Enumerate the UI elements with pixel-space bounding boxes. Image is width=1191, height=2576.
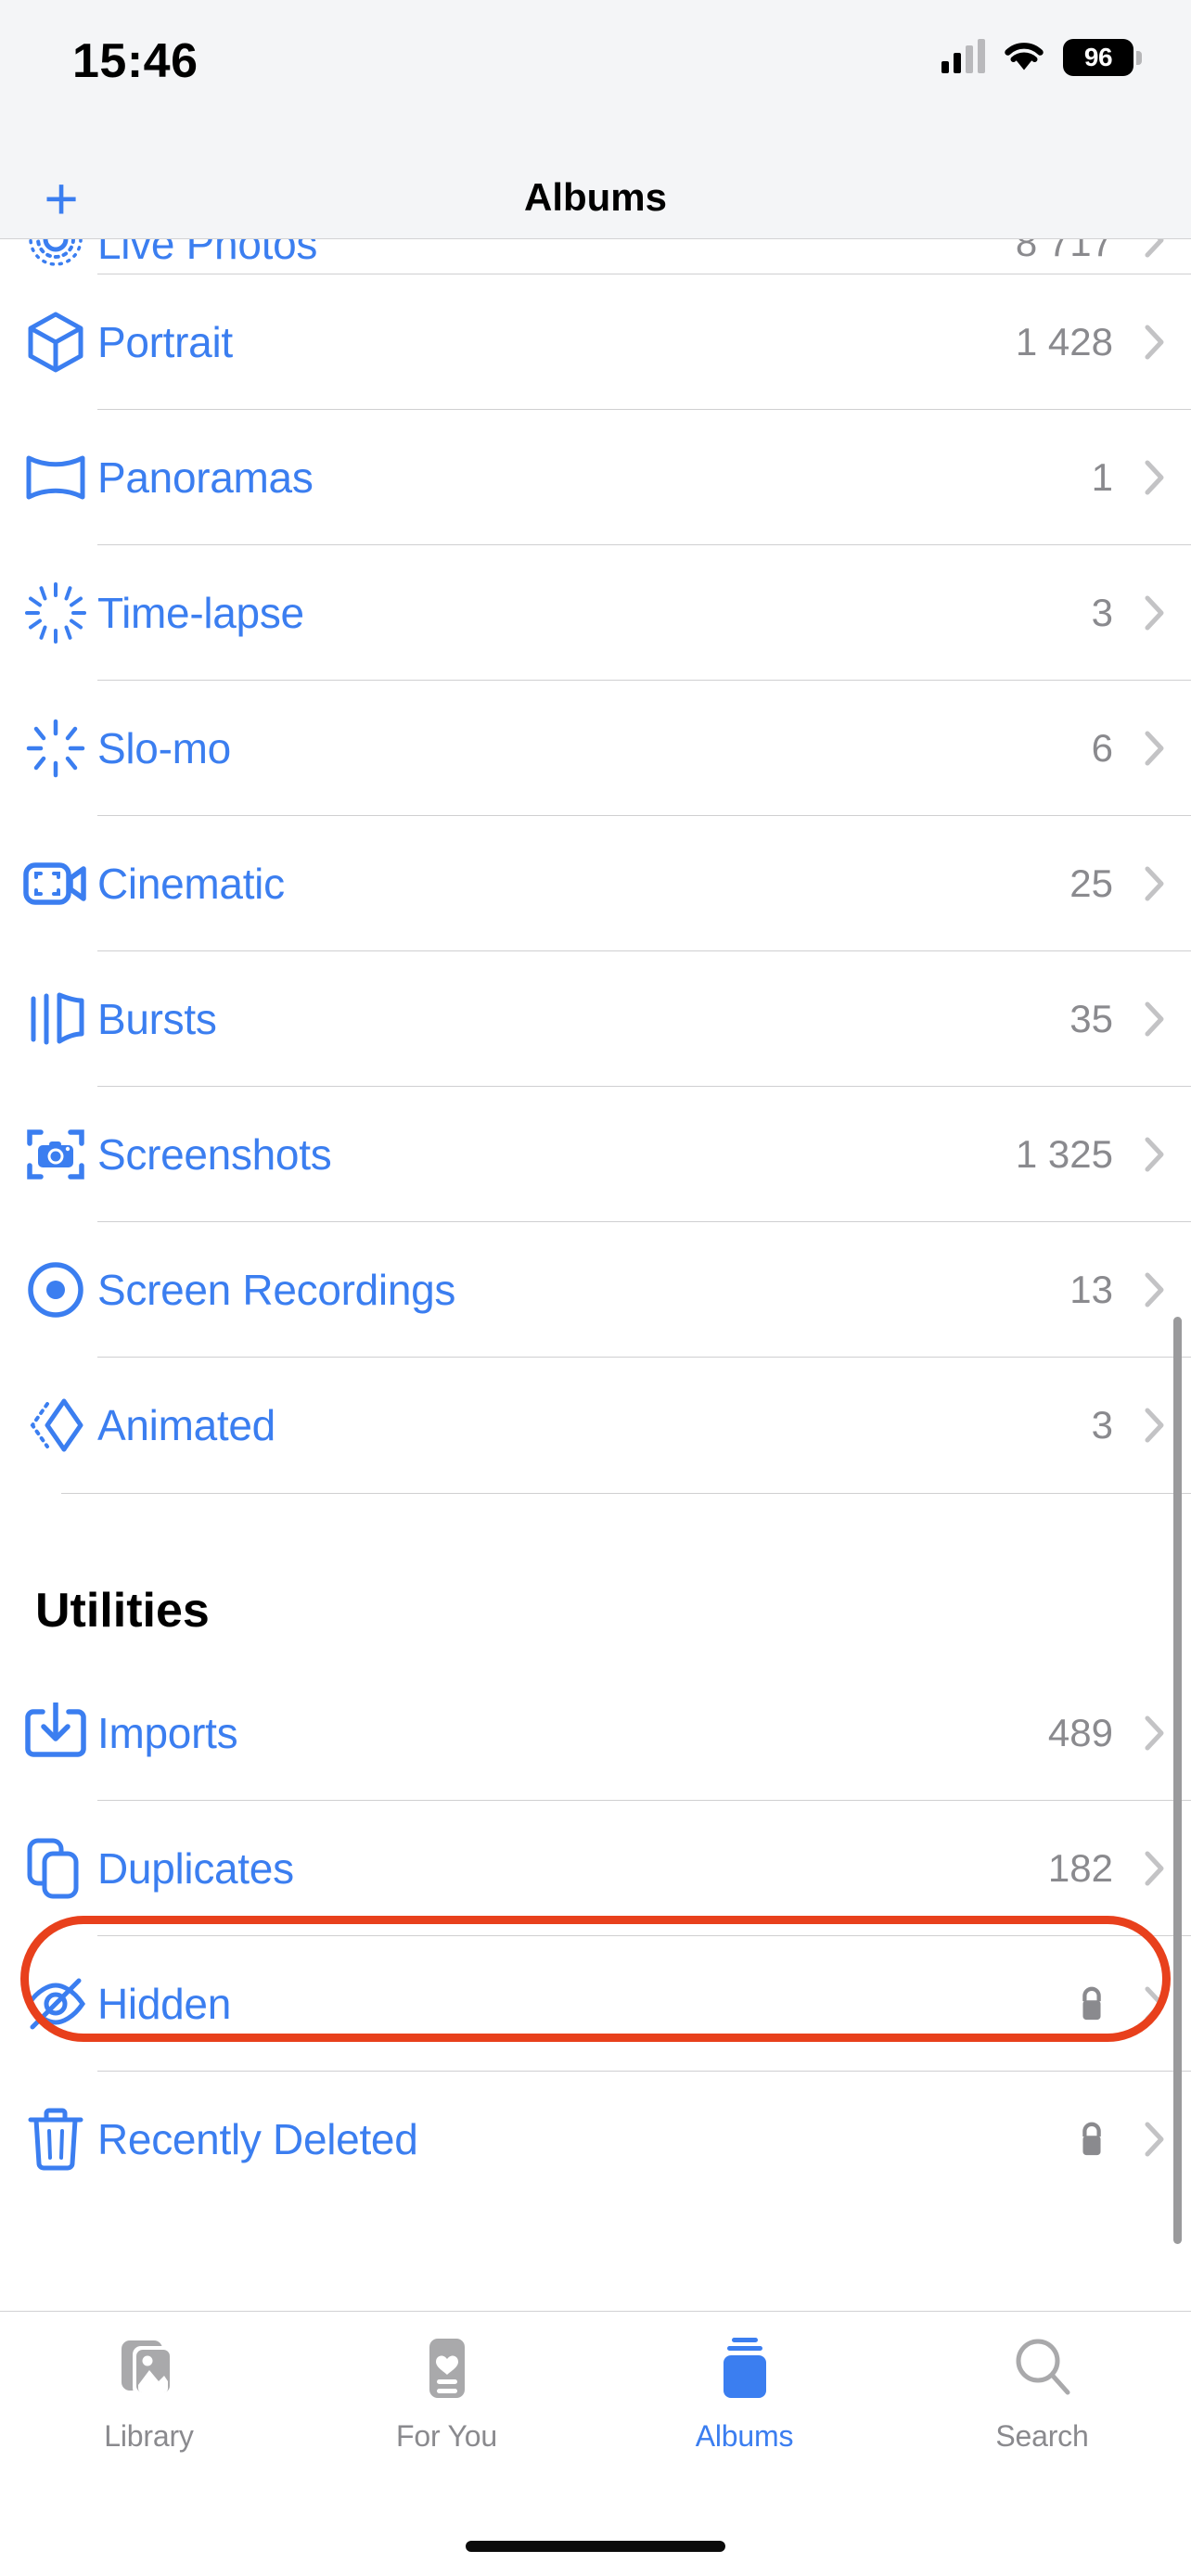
lock-icon [1082, 1986, 1101, 2021]
live-photos-icon [22, 239, 89, 273]
list-item-count: 8 717 [1015, 239, 1113, 264]
tab-library[interactable]: Library [0, 2312, 298, 2488]
status-indicators: 96 [941, 33, 1142, 82]
screenshots-icon [22, 1121, 89, 1188]
list-item-label: Time-lapse [97, 589, 304, 637]
hidden-eye-icon [22, 1970, 89, 2037]
chevron-right-icon [1145, 731, 1164, 766]
tab-for-you[interactable]: For You [298, 2312, 596, 2488]
list-item[interactable]: Live Photos 8 717 [0, 239, 1191, 274]
chevron-right-icon [1145, 2122, 1164, 2157]
list-item-label: Screen Recordings [97, 1266, 456, 1314]
list-item-count: 13 [1069, 1268, 1113, 1311]
library-icon [114, 2330, 185, 2406]
list-item[interactable]: Imports 489 [0, 1665, 1191, 1801]
list-item-label: Panoramas [97, 453, 314, 502]
chevron-right-icon [1145, 595, 1164, 631]
list-item-duplicates[interactable]: Duplicates 182 [0, 1801, 1191, 1936]
list-item-count: 3 [1091, 1403, 1113, 1447]
recently-deleted-trash-icon [22, 2106, 89, 2173]
wifi-icon [1000, 38, 1048, 78]
status-time: 15:46 [72, 34, 198, 88]
chevron-right-icon [1145, 1715, 1164, 1751]
albums-icon [713, 2330, 776, 2406]
list-item[interactable]: Recently Deleted [0, 2072, 1191, 2207]
imports-icon [22, 1700, 89, 1766]
chevron-right-icon [1145, 325, 1164, 360]
bursts-icon [22, 986, 89, 1052]
photos-albums-screen: 15:46 96 + Albums Live Photos 8 717 Port… [0, 0, 1191, 2576]
time-lapse-icon [22, 580, 89, 646]
list-item-label: Slo-mo [97, 724, 231, 772]
list-item-label: Cinematic [97, 860, 285, 908]
lock-icon [1082, 2122, 1101, 2156]
list-item-count: 6 [1091, 726, 1113, 770]
list-item-count: 1 325 [1015, 1132, 1113, 1176]
slo-mo-icon [22, 715, 89, 782]
list-item-label: Hidden [97, 1980, 231, 2028]
status-bar: 15:46 96 [0, 0, 1191, 156]
list-item-label: Bursts [97, 995, 217, 1043]
list-item[interactable]: Slo-mo 6 [0, 681, 1191, 816]
chevron-right-icon [1145, 1272, 1164, 1307]
home-indicator [466, 2541, 725, 2552]
list-item[interactable]: Panoramas 1 [0, 410, 1191, 545]
list-item[interactable]: Cinematic 25 [0, 816, 1191, 951]
list-item-count: 25 [1069, 861, 1113, 905]
chevron-right-icon [1145, 460, 1164, 495]
chevron-right-icon [1145, 1986, 1164, 2021]
albums-list[interactable]: Live Photos 8 717 Portrait 1 428 Panoram… [0, 239, 1191, 2218]
list-item-count: 182 [1047, 1846, 1113, 1890]
tab-bar: Library For You Albums Search [0, 2311, 1191, 2576]
tab-search[interactable]: Search [893, 2312, 1191, 2488]
battery-level: 96 [1083, 43, 1113, 71]
list-item-count: 3 [1091, 591, 1113, 634]
search-icon [1010, 2330, 1075, 2406]
list-item-label: Imports [97, 1709, 238, 1757]
battery-icon: 96 [1063, 39, 1142, 76]
list-item-label: Recently Deleted [97, 2115, 418, 2163]
section-header-utilities: Utilities [35, 1584, 210, 1638]
list-item-label: Duplicates [97, 1844, 294, 1893]
list-item-count: 489 [1047, 1711, 1113, 1754]
chevron-right-icon [1145, 1137, 1164, 1172]
list-item[interactable]: Bursts 35 [0, 951, 1191, 1087]
tab-albums[interactable]: Albums [596, 2312, 893, 2488]
chevron-right-icon [1145, 1408, 1164, 1443]
duplicates-icon [22, 1835, 89, 1902]
list-item[interactable]: Screenshots 1 325 [0, 1087, 1191, 1222]
cellular-signal-icon [941, 39, 985, 73]
cinematic-icon [22, 850, 89, 917]
page-title: Albums [523, 175, 667, 219]
for-you-icon [418, 2330, 476, 2406]
list-item[interactable]: Time-lapse 3 [0, 545, 1191, 681]
list-item-count: 35 [1069, 997, 1113, 1040]
tab-label: Library [104, 2419, 194, 2453]
list-item-label: Portrait [97, 318, 233, 366]
tab-label: Search [995, 2419, 1089, 2453]
screen-recordings-icon [22, 1256, 89, 1323]
animated-icon [22, 1392, 89, 1459]
list-item[interactable]: Hidden [0, 1936, 1191, 2072]
list-item-count: 1 [1091, 455, 1113, 499]
portrait-cube-icon [22, 309, 89, 376]
tab-label: For You [396, 2419, 497, 2453]
vertical-scrollbar[interactable] [1173, 1317, 1182, 2244]
list-item[interactable]: Animated 3 [0, 1358, 1191, 1493]
chevron-right-icon [1145, 1001, 1164, 1037]
list-item-count: 1 428 [1015, 320, 1113, 363]
section-divider [0, 1493, 1191, 1556]
chevron-right-icon [1145, 1851, 1164, 1886]
chevron-right-icon [1145, 239, 1164, 258]
list-item-label: Screenshots [97, 1130, 332, 1179]
list-item[interactable]: Screen Recordings 13 [0, 1222, 1191, 1358]
navigation-bar: + Albums [0, 156, 1191, 239]
list-item-label: Animated [97, 1401, 275, 1449]
chevron-right-icon [1145, 866, 1164, 901]
tab-label: Albums [695, 2419, 794, 2453]
panorama-icon [22, 444, 89, 511]
list-item-label: Live Photos [97, 239, 318, 268]
list-item[interactable]: Portrait 1 428 [0, 274, 1191, 410]
